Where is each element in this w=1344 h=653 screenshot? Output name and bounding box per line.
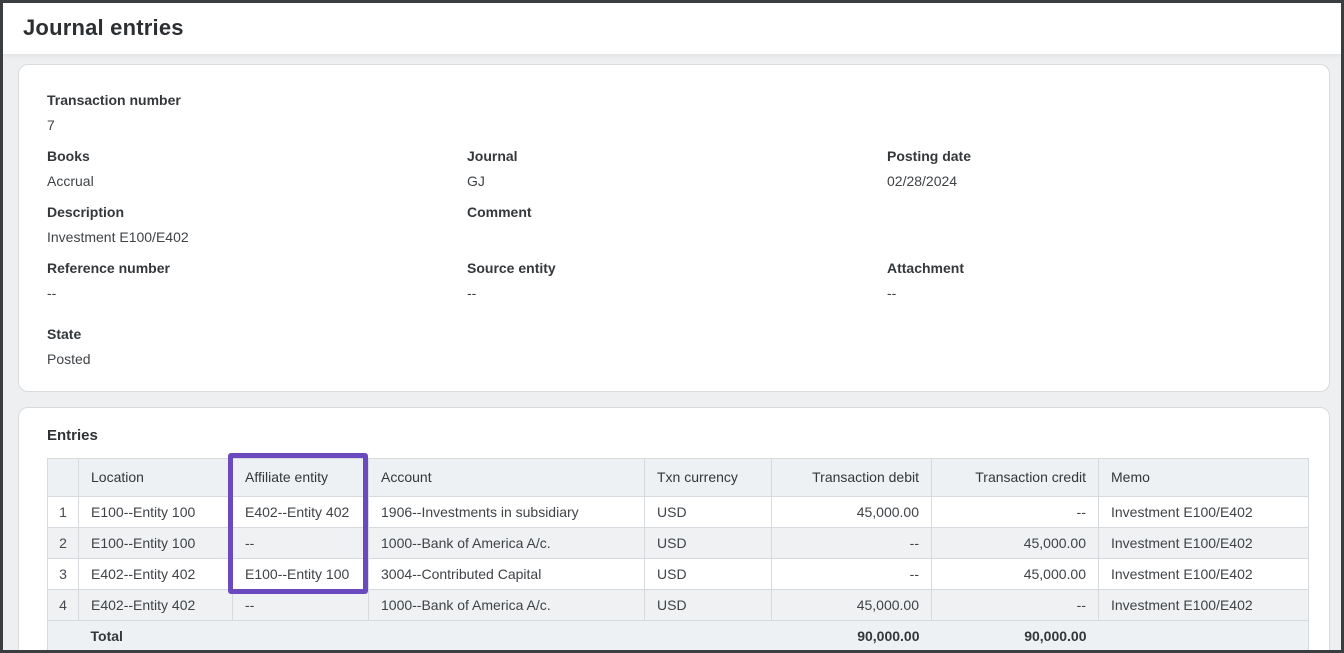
total-row-number-cell — [48, 621, 79, 653]
table-row: 2 E100--Entity 100 -- 1000--Bank of Amer… — [48, 528, 1309, 559]
table-row: 1 E100--Entity 100 E402--Entity 402 1906… — [48, 497, 1309, 528]
books-label: Books — [47, 147, 467, 165]
cell-account: 1906--Investments in subsidiary — [369, 497, 645, 528]
field-spacer — [887, 203, 1301, 246]
cell-affiliate-entity: -- — [233, 528, 369, 559]
journal-label: Journal — [467, 147, 887, 165]
cell-transaction-debit: -- — [772, 559, 932, 590]
attachment-label: Attachment — [887, 259, 1301, 277]
field-journal: Journal GJ — [467, 147, 887, 190]
source-entity-value: -- — [467, 284, 887, 302]
cell-memo: Investment E100/E402 — [1099, 559, 1309, 590]
cell-transaction-credit: 45,000.00 — [932, 528, 1099, 559]
field-transaction-number: Transaction number 7 — [47, 91, 1301, 134]
source-entity-label: Source entity — [467, 259, 887, 277]
cell-row-number: 3 — [48, 559, 79, 590]
posting-date-label: Posting date — [887, 147, 1301, 165]
col-header-affiliate-entity: Affiliate entity — [233, 459, 369, 497]
page-header: Journal entries — [3, 3, 1341, 55]
field-books: Books Accrual — [47, 147, 467, 190]
field-reference-number: Reference number -- — [47, 259, 467, 302]
cell-transaction-debit: 45,000.00 — [772, 590, 932, 621]
field-source-entity: Source entity -- — [467, 259, 887, 302]
cell-affiliate-entity: E402--Entity 402 — [233, 497, 369, 528]
reference-number-label: Reference number — [47, 259, 467, 277]
cell-transaction-credit: -- — [932, 590, 1099, 621]
total-account-cell — [369, 621, 645, 653]
col-header-transaction-credit: Transaction credit — [932, 459, 1099, 497]
page-title: Journal entries — [23, 15, 1321, 41]
posting-date-value: 02/28/2024 — [887, 172, 1301, 190]
col-header-txn-currency: Txn currency — [645, 459, 772, 497]
journal-value: GJ — [467, 172, 887, 190]
field-state: State Posted — [47, 325, 1301, 368]
cell-transaction-credit: -- — [932, 497, 1099, 528]
cell-txn-currency: USD — [645, 497, 772, 528]
cell-account: 3004--Contributed Capital — [369, 559, 645, 590]
table-row: 3 E402--Entity 402 E100--Entity 100 3004… — [48, 559, 1309, 590]
total-label: Total — [79, 621, 233, 653]
cell-memo: Investment E100/E402 — [1099, 497, 1309, 528]
col-header-transaction-debit: Transaction debit — [772, 459, 932, 497]
field-description: Description Investment E100/E402 — [47, 203, 467, 246]
transaction-number-value: 7 — [47, 116, 1301, 134]
entries-card: Entries Location Affiliate entity — [18, 407, 1330, 653]
cell-row-number: 2 — [48, 528, 79, 559]
reference-number-value: -- — [47, 284, 467, 302]
cell-txn-currency: USD — [645, 590, 772, 621]
col-header-row-number — [48, 459, 79, 497]
cell-location: E100--Entity 100 — [79, 528, 233, 559]
comment-label: Comment — [467, 203, 887, 221]
books-value: Accrual — [47, 172, 467, 190]
entries-heading: Entries — [47, 427, 1308, 444]
cell-location: E402--Entity 402 — [79, 559, 233, 590]
cell-row-number: 4 — [48, 590, 79, 621]
total-debit: 90,000.00 — [772, 621, 932, 653]
total-credit: 90,000.00 — [932, 621, 1099, 653]
field-comment: Comment — [467, 203, 887, 246]
cell-memo: Investment E100/E402 — [1099, 590, 1309, 621]
col-header-memo: Memo — [1099, 459, 1309, 497]
attachment-value: -- — [887, 284, 1301, 302]
cell-location: E402--Entity 402 — [79, 590, 233, 621]
total-affiliate-cell — [233, 621, 369, 653]
entries-table: Location Affiliate entity Account Txn cu… — [47, 458, 1309, 653]
table-total-row: Total 90,000.00 90,000.00 — [48, 621, 1309, 653]
col-header-account: Account — [369, 459, 645, 497]
journal-details-card: Transaction number 7 Books Accrual Journ… — [18, 64, 1330, 392]
comment-value — [467, 228, 887, 246]
total-memo-cell — [1099, 621, 1309, 653]
cell-transaction-debit: 45,000.00 — [772, 497, 932, 528]
cell-affiliate-entity: -- — [233, 590, 369, 621]
cell-txn-currency: USD — [645, 559, 772, 590]
page-content: Transaction number 7 Books Accrual Journ… — [3, 55, 1341, 653]
description-value: Investment E100/E402 — [47, 228, 467, 246]
field-spacer: Attachment -- — [887, 259, 1301, 302]
cell-transaction-debit: -- — [772, 528, 932, 559]
cell-affiliate-entity: E100--Entity 100 — [233, 559, 369, 590]
total-currency-cell — [645, 621, 772, 653]
entries-table-wrapper: Location Affiliate entity Account Txn cu… — [47, 458, 1308, 653]
cell-transaction-credit: 45,000.00 — [932, 559, 1099, 590]
app-viewport: Journal entries Transaction number 7 Boo… — [0, 0, 1344, 653]
transaction-number-label: Transaction number — [47, 91, 1301, 109]
cell-memo: Investment E100/E402 — [1099, 528, 1309, 559]
description-label: Description — [47, 203, 467, 221]
field-posting-date: Posting date 02/28/2024 — [887, 147, 1301, 190]
details-fields: Transaction number 7 Books Accrual Journ… — [47, 91, 1301, 381]
table-header-row: Location Affiliate entity Account Txn cu… — [48, 459, 1309, 497]
col-header-location: Location — [79, 459, 233, 497]
table-row: 4 E402--Entity 402 -- 1000--Bank of Amer… — [48, 590, 1309, 621]
cell-txn-currency: USD — [645, 528, 772, 559]
cell-row-number: 1 — [48, 497, 79, 528]
state-value: Posted — [47, 350, 1301, 368]
cell-account: 1000--Bank of America A/c. — [369, 528, 645, 559]
cell-account: 1000--Bank of America A/c. — [369, 590, 645, 621]
state-label: State — [47, 325, 1301, 343]
cell-location: E100--Entity 100 — [79, 497, 233, 528]
